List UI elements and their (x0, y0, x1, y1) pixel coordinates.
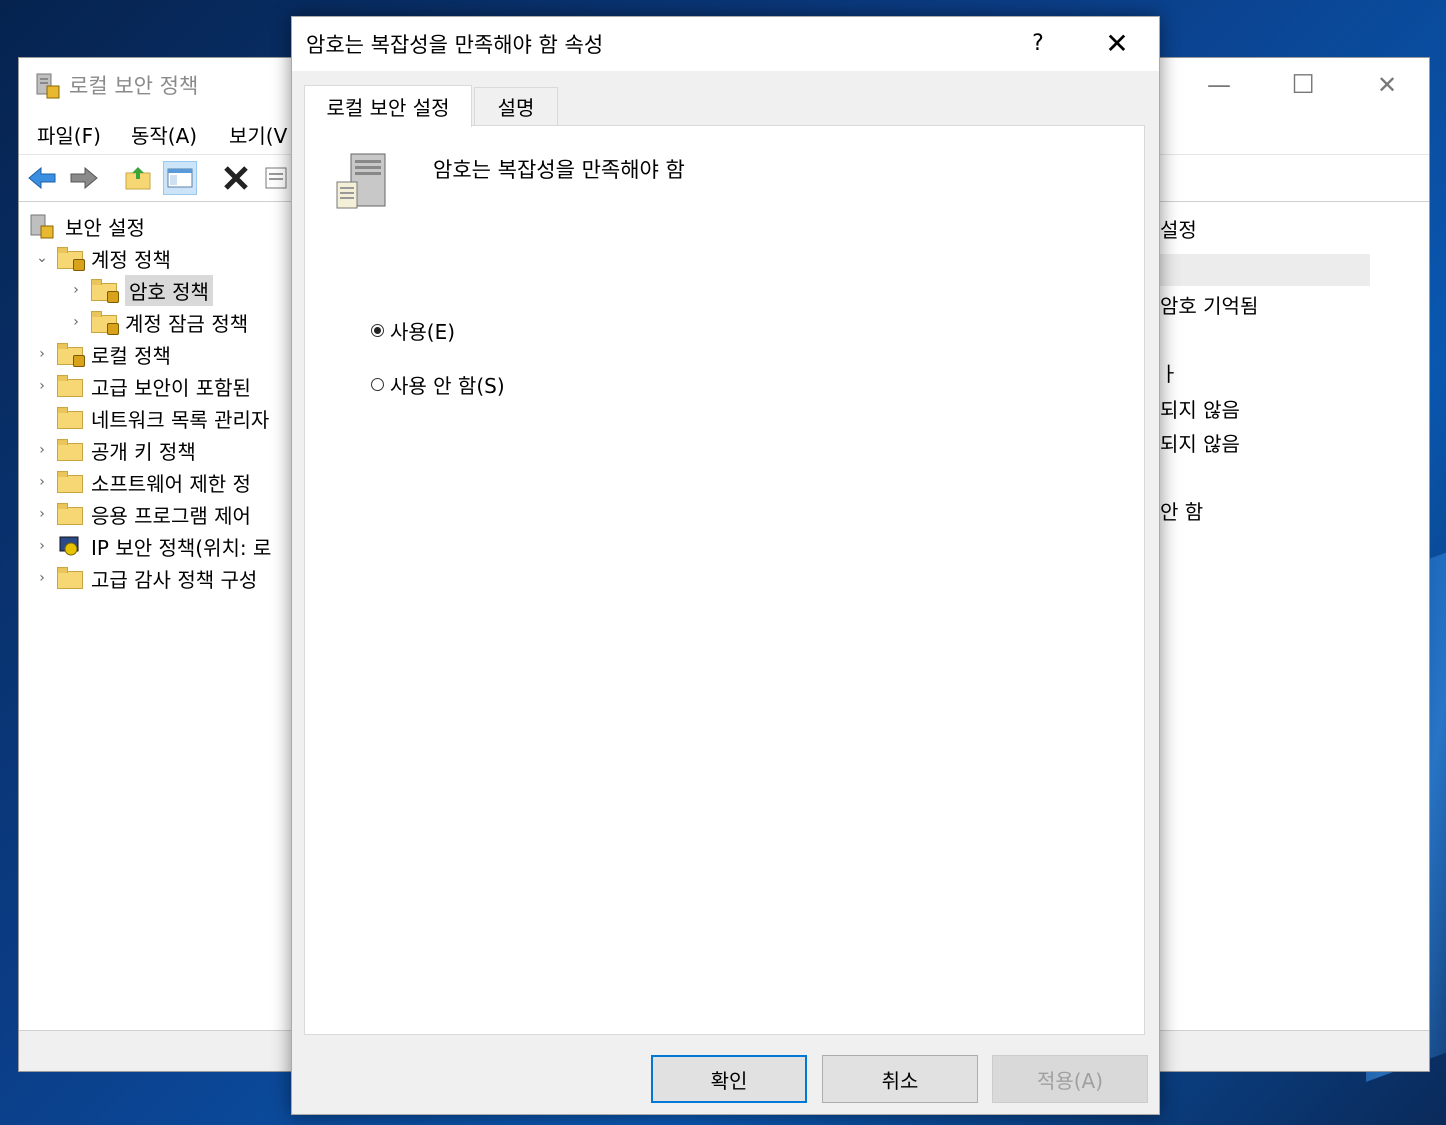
tree-item-application-control[interactable]: › 응용 프로그램 제어 (35, 498, 251, 530)
tree-item-software-restriction[interactable]: › 소프트웨어 제한 정 (35, 466, 251, 498)
chevron-right-icon[interactable]: › (69, 282, 83, 298)
column-header-setting[interactable]: 설정 (1160, 214, 1370, 248)
ip-security-icon (59, 536, 79, 556)
selected-row-highlight[interactable] (1160, 254, 1370, 286)
tree-item-network-list-manager[interactable]: 네트워크 목록 관리자 (35, 402, 269, 434)
tree-item-local-policies[interactable]: › 로컬 정책 (35, 338, 171, 370)
menu-view[interactable]: 보기(V (229, 120, 287, 149)
folder-icon (57, 375, 83, 397)
server-policy-icon (336, 153, 386, 209)
back-arrow-icon[interactable] (25, 161, 59, 195)
setting-value: 되지 않음 (1160, 398, 1240, 422)
security-policy-app-icon (36, 73, 60, 99)
setting-value: 되지 않음 (1160, 432, 1240, 456)
chevron-right-icon[interactable]: › (35, 474, 49, 490)
details-pane: 설정 암호 기억됨 ㅏ 되지 않음 되지 않음 안 함 (1159, 208, 1430, 1030)
radio-enabled[interactable]: 사용(E) (371, 316, 455, 345)
menu-file[interactable]: 파일(F) (37, 120, 101, 149)
locked-folder-icon (57, 343, 85, 367)
tree-item-advanced-audit[interactable]: › 고급 감사 정책 구성 (35, 562, 257, 594)
close-dialog-button[interactable]: ✕ (1092, 25, 1142, 63)
delete-icon[interactable] (219, 161, 253, 195)
close-window-button[interactable]: ✕ (1357, 68, 1417, 102)
locked-folder-icon (91, 279, 119, 303)
cancel-button[interactable]: 취소 (822, 1055, 978, 1103)
chevron-right-icon[interactable]: › (35, 506, 49, 522)
chevron-right-icon[interactable]: › (69, 314, 83, 330)
console-tree: 보안 설정 ⌄ 계정 정책 › 암호 정책 › 계정 잠금 정책 › 로컬 정책… (19, 208, 292, 1030)
properties-icon[interactable] (259, 161, 293, 195)
radio-enabled-label[interactable]: 사용(E) (390, 316, 455, 345)
chevron-right-icon[interactable]: › (35, 538, 49, 554)
forward-arrow-icon[interactable] (67, 161, 101, 195)
locked-folder-icon (57, 247, 85, 271)
folder-icon (57, 407, 83, 429)
folder-icon (57, 503, 83, 525)
tree-item-public-key-policies[interactable]: › 공개 키 정책 (35, 434, 196, 466)
window-title: 로컬 보안 정책 (69, 74, 199, 98)
up-folder-icon[interactable] (121, 161, 155, 195)
policy-name-label: 암호는 복잡성을 만족해야 함 (433, 158, 685, 182)
tab-panel: 암호는 복잡성을 만족해야 함 사용(E) 사용 안 함(S) (304, 125, 1145, 1035)
maximize-button[interactable]: ☐ (1273, 68, 1333, 102)
tab-explain[interactable]: 설명 (474, 87, 558, 125)
radio-disabled[interactable]: 사용 안 함(S) (371, 370, 505, 399)
minimize-button[interactable]: — (1189, 68, 1249, 102)
tree-item-password-policy[interactable]: › 암호 정책 (69, 274, 213, 306)
chevron-right-icon[interactable]: › (35, 570, 49, 586)
setting-value: ㅏ (1160, 362, 1179, 386)
chevron-right-icon[interactable]: › (35, 378, 49, 394)
show-hide-tree-icon[interactable] (163, 161, 197, 195)
radio-button-unchecked[interactable] (371, 378, 384, 391)
locked-folder-icon (91, 311, 119, 335)
password-complexity-properties-dialog: 암호는 복잡성을 만족해야 함 속성 ? ✕ 로컬 보안 설정 설명 암호는 복… (291, 16, 1160, 1115)
tree-item-security-settings[interactable]: 보안 설정 (29, 210, 145, 242)
security-settings-icon (30, 214, 54, 239)
tree-item-advanced-firewall[interactable]: › 고급 보안이 포함된 (35, 370, 251, 402)
radio-disabled-label[interactable]: 사용 안 함(S) (390, 370, 505, 399)
folder-icon (57, 439, 83, 461)
folder-icon (57, 567, 83, 589)
chevron-down-icon[interactable]: ⌄ (35, 250, 49, 266)
chevron-right-icon[interactable]: › (35, 346, 49, 362)
radio-button-checked[interactable] (371, 324, 384, 337)
tab-local-security-setting[interactable]: 로컬 보안 설정 (304, 85, 472, 127)
chevron-right-icon[interactable]: › (35, 442, 49, 458)
menu-action[interactable]: 동작(A) (131, 120, 197, 149)
dialog-titlebar: 암호는 복잡성을 만족해야 함 속성 ? ✕ (292, 17, 1159, 71)
tree-item-ip-security[interactable]: › IP 보안 정책(위치: 로 (35, 530, 271, 562)
setting-value: 암호 기억됨 (1160, 294, 1259, 318)
dialog-title: 암호는 복잡성을 만족해야 함 속성 (306, 33, 604, 57)
folder-icon (57, 471, 83, 493)
apply-button[interactable]: 적용(A) (992, 1055, 1148, 1103)
setting-value: 안 함 (1160, 500, 1204, 524)
help-button[interactable]: ? (1018, 25, 1058, 63)
ok-button[interactable]: 확인 (651, 1055, 807, 1103)
tree-item-account-lockout-policy[interactable]: › 계정 잠금 정책 (69, 306, 248, 338)
tree-item-account-policies[interactable]: ⌄ 계정 정책 (35, 242, 171, 274)
